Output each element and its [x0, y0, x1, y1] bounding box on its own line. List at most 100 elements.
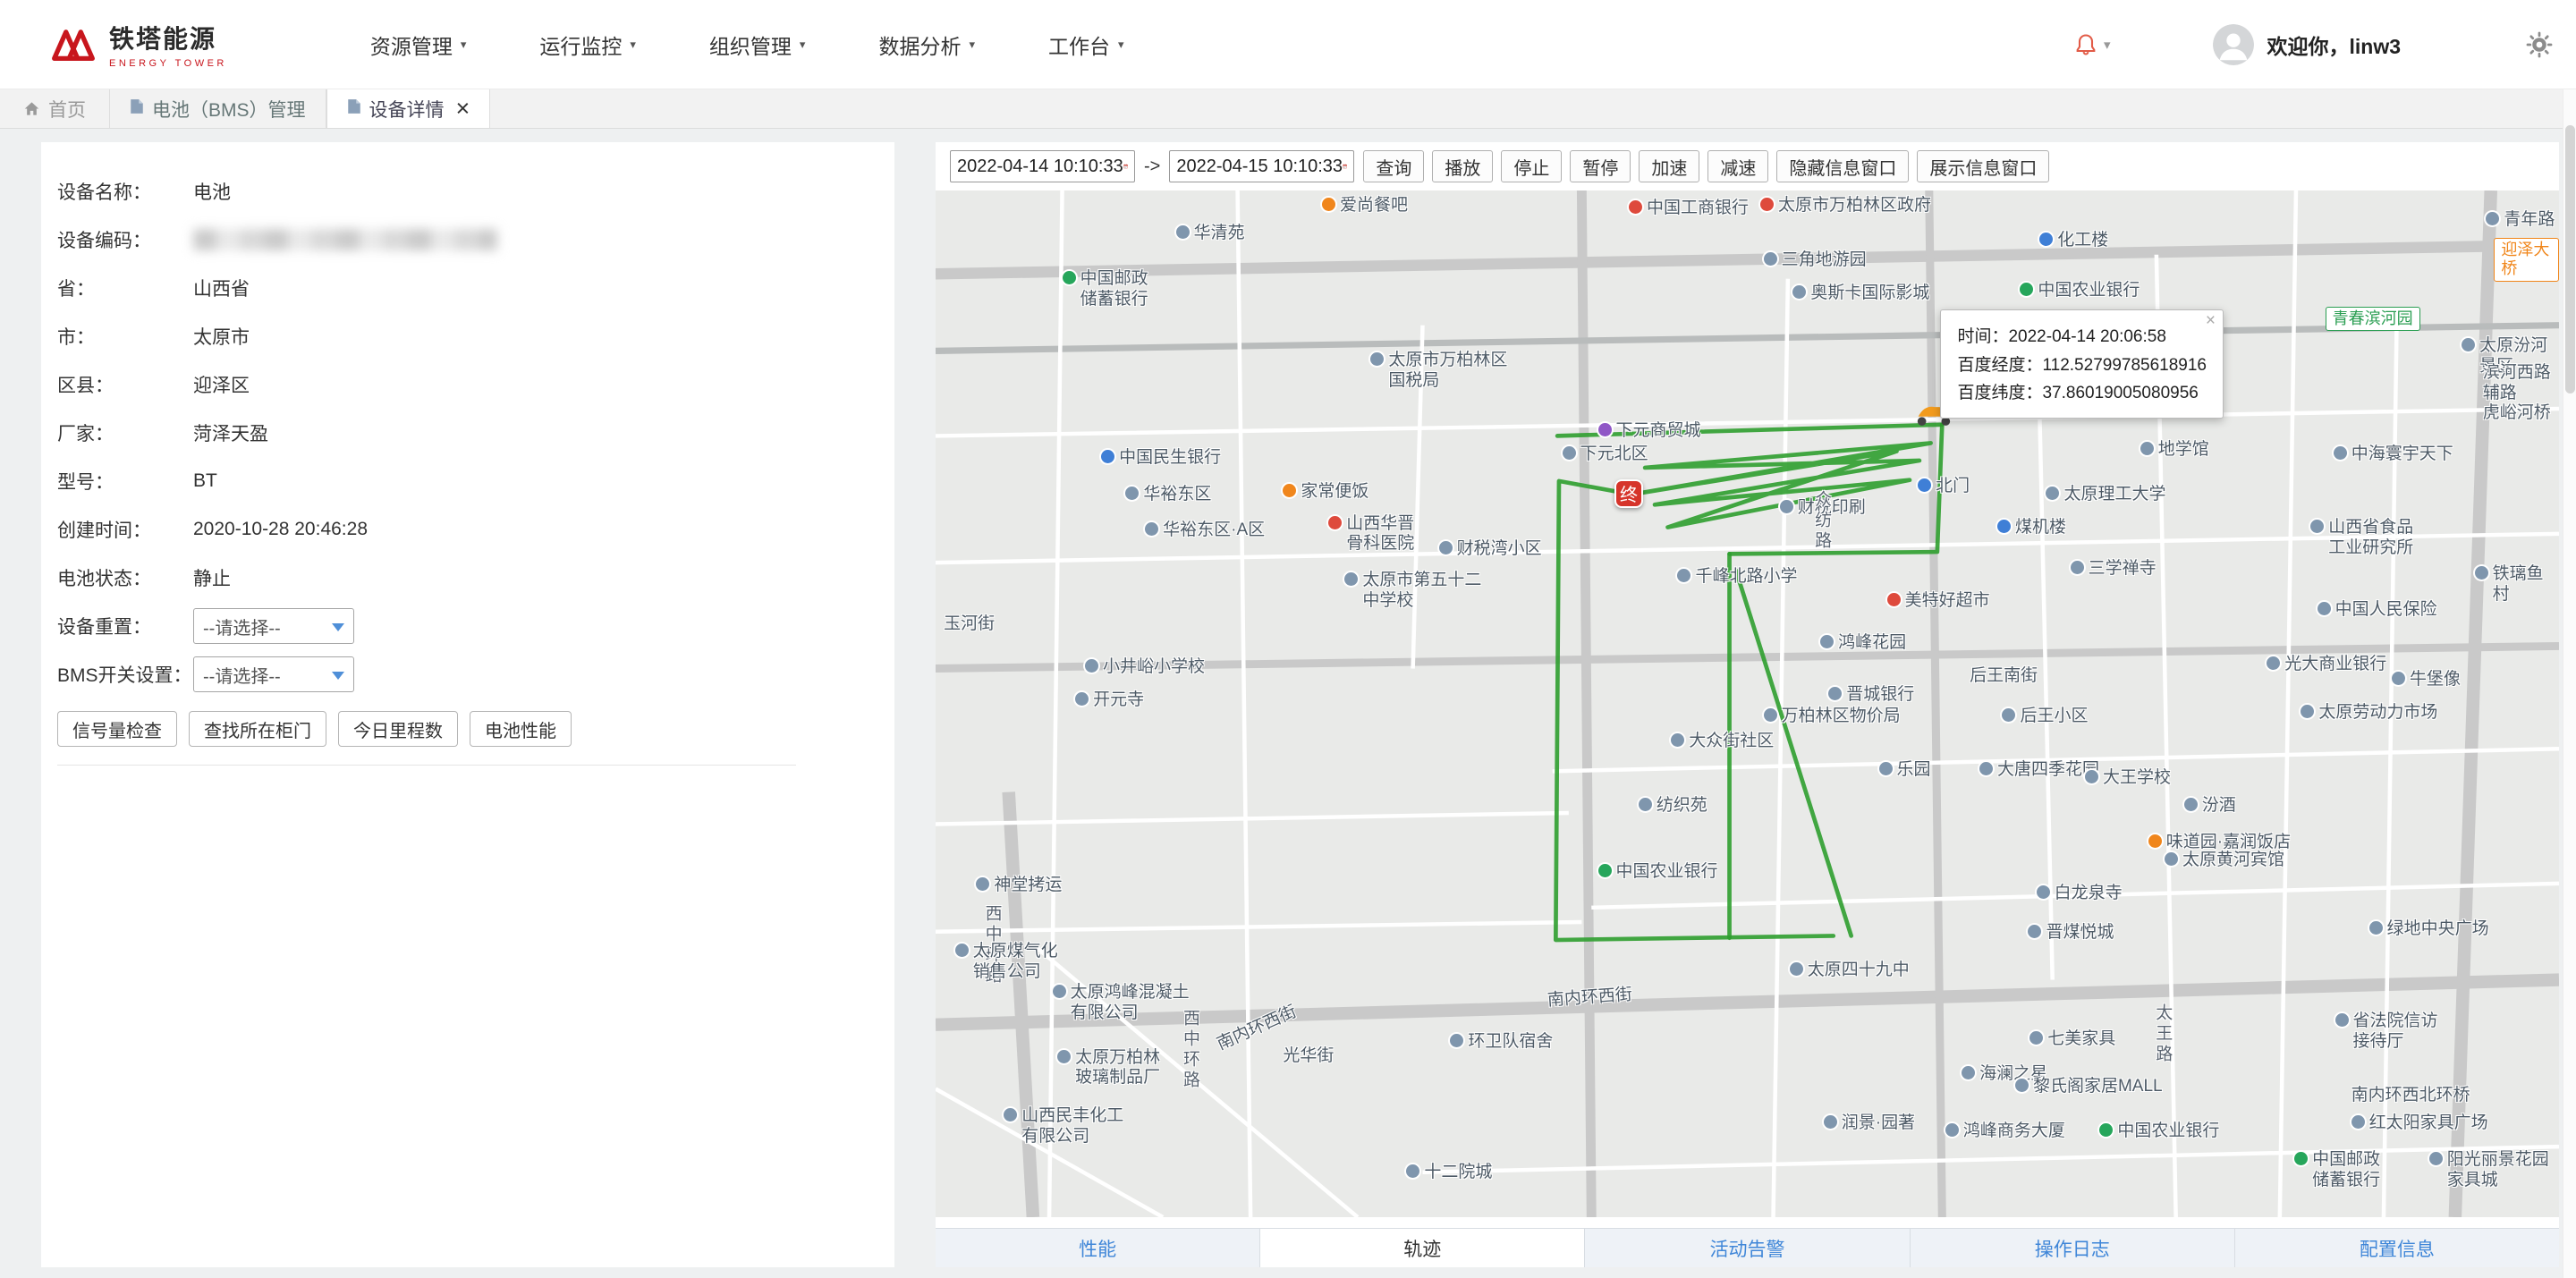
map-label-text: 铁璃鱼村	[2493, 564, 2559, 605]
map-toolbar-button-3[interactable]: 暂停	[1570, 150, 1631, 182]
avatar[interactable]	[2213, 24, 2254, 65]
map-label-text: 青年路	[2504, 210, 2555, 231]
map-label-text: 煤机楼	[2015, 518, 2066, 538]
map-label: 黎氏阁家居MALL	[2015, 1077, 2163, 1097]
poi-icon	[1979, 762, 1993, 775]
nav-menu-4[interactable]: 工作台▾	[1048, 30, 1124, 60]
end-time-input[interactable]: 2022-04-15 10:10:33	[1169, 150, 1354, 182]
field-label: 设备重置：	[57, 613, 193, 639]
poi-icon	[1563, 446, 1576, 460]
notifications-button[interactable]: ▾	[2073, 32, 2111, 57]
poi-icon	[2184, 798, 2198, 811]
map-label: 千峰北路小学	[1677, 567, 1797, 588]
start-time-input[interactable]: 2022-04-14 10:10:33	[950, 150, 1135, 182]
map-label: 中国邮政 储蓄银行	[2294, 1150, 2380, 1191]
poi-icon	[2020, 283, 2033, 296]
map-label-text: 中国农业银行	[2117, 1121, 2219, 1142]
map-toolbar-button-7[interactable]: 展示信息窗口	[1917, 150, 2049, 182]
settings-button[interactable]	[2526, 31, 2553, 58]
device-field-row: 型号：BT	[41, 457, 894, 505]
action-button-0[interactable]: 信号量检查	[57, 711, 177, 747]
bottom-tab-4[interactable]: 配置信息	[2235, 1229, 2559, 1267]
map-label-text: 白龙泉寺	[2055, 884, 2123, 904]
field-value: 电池	[193, 178, 231, 205]
map-toolbar-button-0[interactable]: 查询	[1363, 150, 1424, 182]
poi-icon	[2475, 566, 2488, 580]
map-label: 三学禅寺	[2071, 559, 2157, 580]
map-label-text: 鸿峰花园	[1838, 633, 1906, 654]
map-canvas[interactable]: 华清苑爱尚餐吧中国工商银行太原市万柏林区政府三角地游园化工楼青年路迎泽大桥中国邮…	[936, 190, 2559, 1217]
map-label: 神堂拷运	[976, 876, 1062, 896]
map-label: 美特好超市	[1887, 591, 1990, 612]
field-select[interactable]: --请选择--	[193, 656, 354, 692]
map-label-text: 太原四十九中	[1808, 961, 1910, 981]
field-value: 太原市	[193, 323, 250, 350]
gear-icon	[2526, 31, 2553, 58]
close-icon[interactable]: ×	[456, 97, 470, 121]
calendar-icon[interactable]	[1123, 157, 1128, 176]
home-tab[interactable]: 首页	[0, 89, 109, 128]
poi-icon	[1004, 1108, 1017, 1121]
action-button-2[interactable]: 今日里程数	[338, 711, 458, 747]
poi-icon	[1945, 1123, 1959, 1137]
breadcrumb-tab-0[interactable]: 电池（BMS）管理	[109, 89, 326, 128]
map-label: 太原鸿峰混凝土 有限公司	[1053, 983, 1190, 1024]
map-label-text: 美特好超市	[1905, 591, 1990, 612]
map-toolbar-button-4[interactable]: 加速	[1639, 150, 1699, 182]
poi-icon	[1764, 252, 1777, 266]
close-icon[interactable]: ×	[2206, 311, 2216, 331]
map-label: 华清苑	[1176, 224, 1245, 244]
map-label: 下元北区	[1563, 444, 1648, 465]
bottom-tab-2[interactable]: 活动告警	[1585, 1229, 1910, 1267]
map-label: 省法院信访 接待厅	[2335, 1011, 2438, 1053]
map-label: 太原理工大学	[2046, 485, 2165, 505]
map-label: 大众街社区	[1671, 732, 1774, 752]
start-time-value: 2022-04-14 10:10:33	[957, 157, 1123, 177]
map-label: 太王路	[2151, 1003, 2172, 1065]
nav-menu-3[interactable]: 数据分析▾	[878, 30, 975, 60]
bottom-tab-0[interactable]: 性能	[936, 1229, 1260, 1267]
map-toolbar-button-1[interactable]: 播放	[1432, 150, 1493, 182]
map-toolbar-button-5[interactable]: 减速	[1707, 150, 1768, 182]
map-label: 后王南街	[1970, 666, 2038, 687]
map-label: 太原劳动力市场	[2301, 703, 2437, 724]
select-value: --请选择--	[203, 662, 281, 688]
map-label-text: 太原黄河宾馆	[2182, 851, 2284, 871]
map-label: 南内环西街	[1547, 986, 1633, 1011]
poi-icon	[1792, 285, 1806, 299]
map-label: 爱尚餐吧	[1322, 196, 1408, 216]
map-label-text: 三学禅寺	[2089, 559, 2157, 580]
map-label: 奥斯卡国际影城	[1792, 284, 1929, 304]
map-label-text: 大众街社区	[1689, 732, 1774, 752]
field-select[interactable]: --请选择--	[193, 608, 354, 644]
calendar-icon[interactable]	[1343, 157, 1347, 176]
chevron-down-icon: ▾	[1118, 38, 1124, 52]
nav-menu-0[interactable]: 资源管理▾	[370, 30, 467, 60]
nav-menu-1[interactable]: 运行监控▾	[539, 30, 636, 60]
map-toolbar-button-6[interactable]: 隐藏信息窗口	[1776, 150, 1909, 182]
device-field-row: BMS开关设置： --请选择--	[41, 650, 894, 698]
info-window-time: 时间：2022-04-14 20:06:58	[1957, 323, 2207, 351]
scrollbar[interactable]	[2563, 89, 2576, 1278]
map-label: 牛堡像	[2392, 670, 2461, 690]
action-button-3[interactable]: 电池性能	[470, 711, 572, 747]
field-label: BMS开关设置：	[57, 661, 193, 688]
bottom-tab-1[interactable]: 轨迹	[1260, 1229, 1585, 1267]
poi-icon	[1598, 864, 1612, 877]
scrollbar-thumb[interactable]	[2565, 125, 2575, 394]
map-label-text: 万柏林区物价局	[1782, 707, 1901, 727]
nav-menu-2[interactable]: 组织管理▾	[709, 30, 806, 60]
map-label: 太原市万柏林区政府	[1760, 196, 1931, 216]
map-label: 中国工商银行	[1629, 199, 1749, 219]
map-toolbar-button-2[interactable]: 停止	[1501, 150, 1562, 182]
map-label: 财税湾小区	[1439, 539, 1542, 560]
breadcrumb-tab-1[interactable]: 设备详情 ×	[326, 89, 491, 128]
map-label: 化工楼	[2039, 231, 2108, 251]
map-label-text: 光大商业银行	[2284, 655, 2386, 675]
tab-label: 设备详情	[369, 96, 445, 123]
map-label: 光大商业银行	[2267, 655, 2386, 675]
menu-label: 组织管理	[709, 30, 792, 60]
map-label: 环卫队宿舍	[1450, 1032, 1553, 1053]
action-button-1[interactable]: 查找所在柜门	[189, 711, 326, 747]
bottom-tab-3[interactable]: 操作日志	[1911, 1229, 2235, 1267]
